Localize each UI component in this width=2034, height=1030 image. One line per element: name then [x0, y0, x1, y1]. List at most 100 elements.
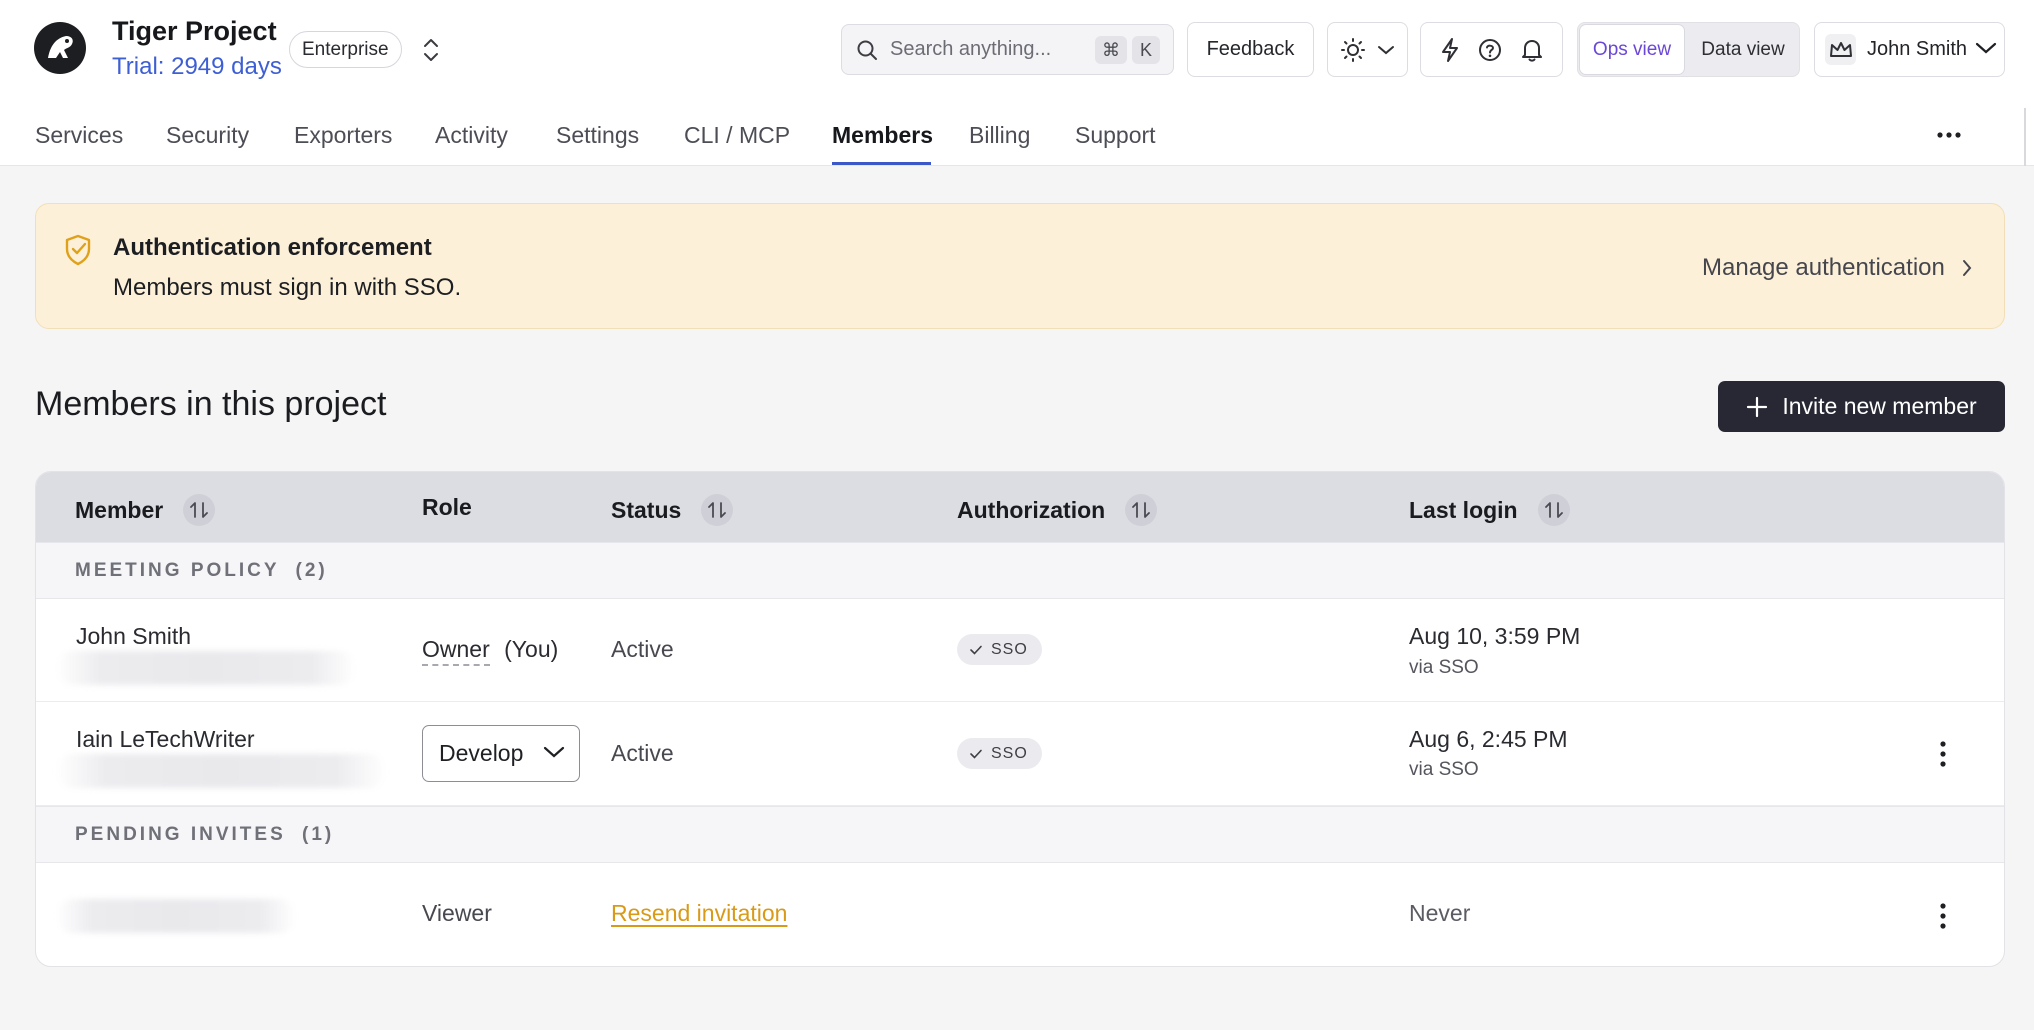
- plan-badge: Enterprise: [289, 31, 402, 68]
- auth-method: SSO: [991, 744, 1028, 762]
- tab-services[interactable]: Services: [35, 122, 123, 149]
- banner-title: Authentication enforcement: [113, 234, 432, 261]
- user-name: John Smith: [1867, 38, 1968, 60]
- chevron-right-icon: [1962, 260, 1972, 276]
- tab-settings[interactable]: Settings: [556, 122, 639, 149]
- tab-cli-mcp[interactable]: CLI / MCP: [684, 122, 790, 149]
- user-menu-button[interactable]: John Smith: [1814, 22, 2005, 77]
- sort-icon[interactable]: [1125, 494, 1158, 526]
- member-email-redacted: [56, 651, 356, 685]
- member-role: Owner (You): [422, 636, 559, 666]
- column-role: Role: [422, 494, 472, 521]
- auth-badge: SSO: [957, 738, 1042, 769]
- invite-member-button[interactable]: Invite new member: [1718, 381, 2005, 432]
- tab-support[interactable]: Support: [1075, 122, 1156, 149]
- chevron-up-down-icon[interactable]: [420, 36, 442, 64]
- member-name: John Smith: [76, 623, 192, 649]
- more-horizontal-icon[interactable]: [1936, 125, 1962, 145]
- auth-badge: SSO: [957, 634, 1042, 665]
- members-section-title: Members in this project: [35, 385, 387, 423]
- feedback-button[interactable]: Feedback: [1187, 22, 1314, 77]
- search-placeholder: Search anything...: [890, 38, 1052, 60]
- member-status: Active: [611, 740, 674, 766]
- check-icon: [970, 749, 982, 759]
- shortcut-mod-key: ⌘: [1095, 36, 1127, 64]
- auth-enforcement-banner: Authentication enforcement Members must …: [35, 203, 2005, 329]
- auth-method: SSO: [991, 640, 1028, 658]
- tiger-logo-icon[interactable]: [34, 22, 86, 74]
- role-you-suffix: (You): [504, 636, 559, 662]
- group-label: MEETING POLICY: [75, 560, 280, 581]
- more-vertical-icon[interactable]: [1937, 902, 1949, 930]
- column-member-label: Member: [75, 496, 164, 523]
- crown-icon: [1829, 41, 1852, 57]
- member-status: Active: [611, 636, 674, 662]
- shortcut-k-key: K: [1132, 36, 1160, 64]
- tab-billing[interactable]: Billing: [969, 122, 1030, 149]
- check-icon: [970, 645, 982, 655]
- manage-authentication-label: Manage authentication: [1702, 254, 1945, 281]
- tab-activity[interactable]: Activity: [435, 122, 508, 149]
- more-vertical-icon[interactable]: [1937, 740, 1949, 768]
- group-count: (1): [302, 824, 335, 845]
- sort-icon[interactable]: [183, 494, 216, 526]
- table-row: John Smith Owner (You) Active SSO Aug 10…: [36, 599, 2004, 702]
- invite-role: Viewer: [422, 900, 492, 926]
- column-member[interactable]: Member: [75, 494, 216, 526]
- nav-scrollbar[interactable]: [2024, 108, 2026, 166]
- column-last-login[interactable]: Last login: [1409, 494, 1570, 526]
- quick-actions-group: [1420, 22, 1563, 77]
- last-login-time: Aug 10, 3:59 PM: [1409, 623, 1581, 649]
- tab-members[interactable]: Members: [832, 122, 933, 149]
- trial-days: Trial: 2949 days: [112, 53, 282, 80]
- lightning-icon[interactable]: [1439, 37, 1461, 63]
- manage-authentication-link[interactable]: Manage authentication: [1702, 254, 1973, 282]
- ops-view-tab[interactable]: Ops view: [1580, 25, 1684, 74]
- project-name[interactable]: Tiger Project: [112, 16, 277, 47]
- sort-icon[interactable]: [701, 494, 734, 526]
- chevron-down-icon: [1377, 45, 1394, 54]
- last-login-time: Never: [1409, 900, 1471, 926]
- last-login-via: via SSO: [1409, 759, 1479, 780]
- invitee-email-redacted: [56, 899, 296, 933]
- member-name: Iain LeTechWriter: [76, 726, 255, 752]
- active-tab-indicator: [832, 162, 931, 165]
- column-authorization[interactable]: Authorization: [957, 494, 1158, 526]
- sort-icon[interactable]: [1537, 494, 1570, 526]
- sun-icon: [1340, 37, 1365, 62]
- last-login-via: via SSO: [1409, 657, 1479, 678]
- help-circle-icon[interactable]: [1477, 37, 1503, 63]
- table-row: Viewer Resend invitation Never: [36, 863, 2004, 966]
- tab-security[interactable]: Security: [166, 122, 249, 149]
- invite-member-label: Invite new member: [1782, 393, 1977, 419]
- group-label: PENDING INVITES: [75, 824, 286, 845]
- column-status[interactable]: Status: [611, 494, 734, 526]
- search-input[interactable]: Search anything... ⌘ K: [841, 24, 1174, 75]
- bell-icon[interactable]: [1520, 37, 1544, 63]
- tab-exporters[interactable]: Exporters: [294, 122, 392, 149]
- column-authorization-label: Authorization: [957, 496, 1106, 523]
- avatar: [1825, 34, 1856, 65]
- group-count: (2): [295, 560, 328, 581]
- chevron-down-icon: [1975, 42, 1997, 54]
- column-last-login-label: Last login: [1409, 496, 1518, 523]
- plus-icon: [1747, 396, 1768, 417]
- banner-text: Members must sign in with SSO.: [113, 274, 462, 301]
- top-bar: Tiger Project Trial: 2949 days Enterpris…: [0, 0, 2034, 166]
- table-row: Iain LeTechWriter Develop Active SSO Aug…: [36, 702, 2004, 806]
- theme-toggle-button[interactable]: [1327, 22, 1408, 77]
- column-role-label: Role: [422, 494, 472, 520]
- resend-invitation-link[interactable]: Resend invitation: [611, 900, 787, 927]
- table-header: Member Role Status Authorization Last lo…: [36, 472, 2004, 542]
- view-toggle: Ops view Data view: [1577, 22, 1800, 77]
- members-table: Member Role Status Authorization Last lo…: [35, 471, 2005, 967]
- member-email-redacted: [56, 754, 386, 788]
- data-view-tab[interactable]: Data view: [1688, 25, 1798, 74]
- role-select-value: Develop: [439, 740, 524, 766]
- role-select[interactable]: Develop: [422, 725, 580, 782]
- group-header-pending-invites: PENDING INVITES (1): [36, 806, 2004, 863]
- column-status-label: Status: [611, 496, 682, 523]
- role-owner: Owner: [422, 636, 490, 666]
- search-icon: [857, 40, 877, 60]
- chevron-down-icon: [543, 746, 565, 758]
